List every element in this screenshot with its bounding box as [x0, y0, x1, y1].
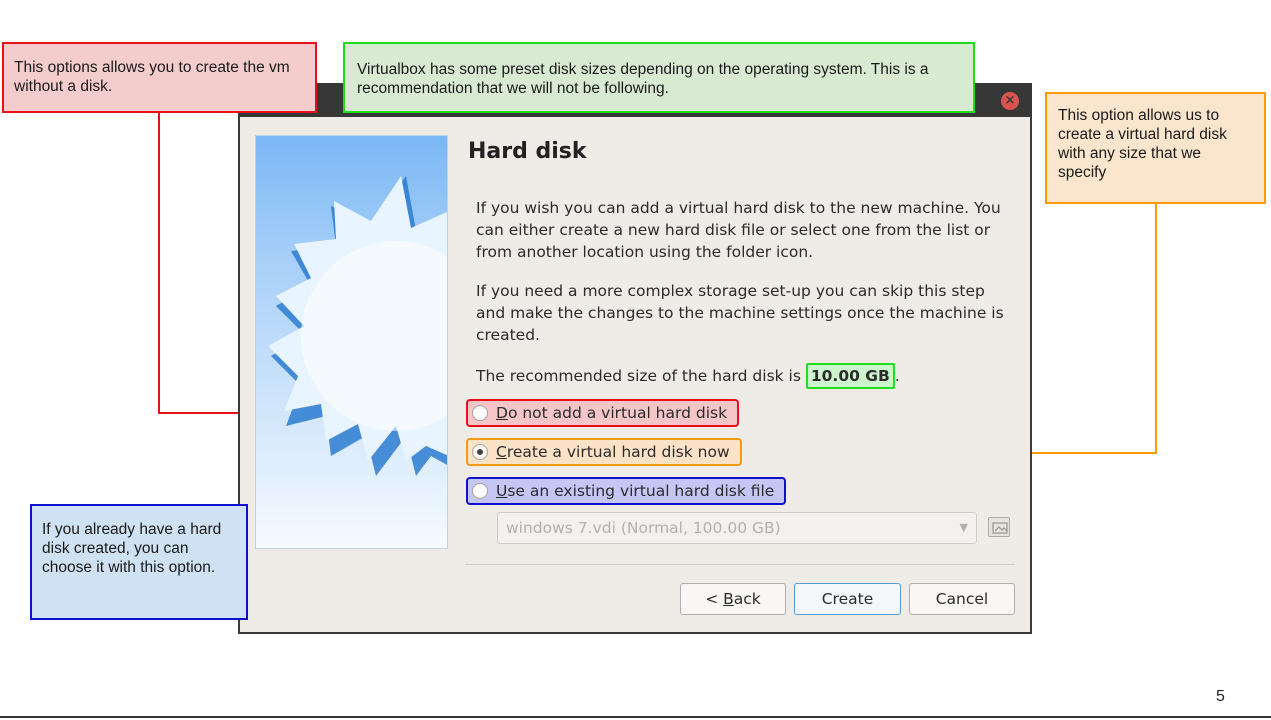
recommended-size-prefix: The recommended size of the hard disk is — [476, 367, 806, 385]
radio-label: Do not add a virtual hard disk — [496, 404, 728, 422]
recommended-size-text: The recommended size of the hard disk is… — [476, 363, 1016, 389]
folder-icon[interactable] — [988, 517, 1010, 537]
chevron-down-icon: ▼ — [959, 521, 968, 534]
wizard-banner-image — [255, 135, 448, 549]
radio-button[interactable] — [472, 483, 488, 499]
callout-no-disk: This options allows you to create the vm… — [2, 42, 317, 113]
recommended-size-suffix: . — [894, 367, 900, 385]
storage-paragraph: If you need a more complex storage set-u… — [476, 282, 1004, 344]
radio-button[interactable] — [472, 405, 488, 421]
starburst-art — [268, 176, 447, 476]
page-number: 5 — [1216, 688, 1225, 705]
callout-preset-sizes: Virtualbox has some preset disk sizes de… — [343, 42, 975, 113]
recommended-size-value: 10.00 GB — [805, 363, 895, 389]
disk-file-value: windows 7.vdi (Normal, 100.00 GB) — [506, 519, 781, 537]
radio-button[interactable] — [472, 444, 488, 460]
disk-file-select[interactable]: windows 7.vdi (Normal, 100.00 GB) ▼ — [497, 512, 977, 544]
radio-existing-disk[interactable]: Use an existing virtual hard disk file — [466, 477, 787, 505]
radio-create-disk[interactable]: Create a virtual hard disk now — [466, 438, 742, 466]
close-icon[interactable]: × — [1001, 92, 1019, 110]
create-button[interactable]: Create — [794, 583, 901, 615]
radio-label: Create a virtual hard disk now — [496, 443, 730, 461]
back-button[interactable]: < Back — [680, 583, 786, 615]
divider — [465, 564, 1015, 565]
callout-create-disk: This option allows us to create a virtua… — [1045, 92, 1266, 204]
radio-label: Use an existing virtual hard disk file — [496, 482, 775, 500]
create-vm-dialog: × Hard disk If you wish you can add a vi… — [238, 83, 1032, 634]
intro-paragraph: If you wish you can add a virtual hard d… — [476, 199, 1001, 261]
cancel-button[interactable]: Cancel — [909, 583, 1015, 615]
radio-no-disk[interactable]: Do not add a virtual hard disk — [466, 399, 740, 427]
callout-existing-disk: If you already have a hard disk created,… — [30, 504, 248, 620]
page-title: Hard disk — [468, 139, 587, 164]
dialog-body: Hard disk If you wish you can add a virt… — [240, 117, 1030, 632]
bottom-divider — [0, 716, 1271, 718]
